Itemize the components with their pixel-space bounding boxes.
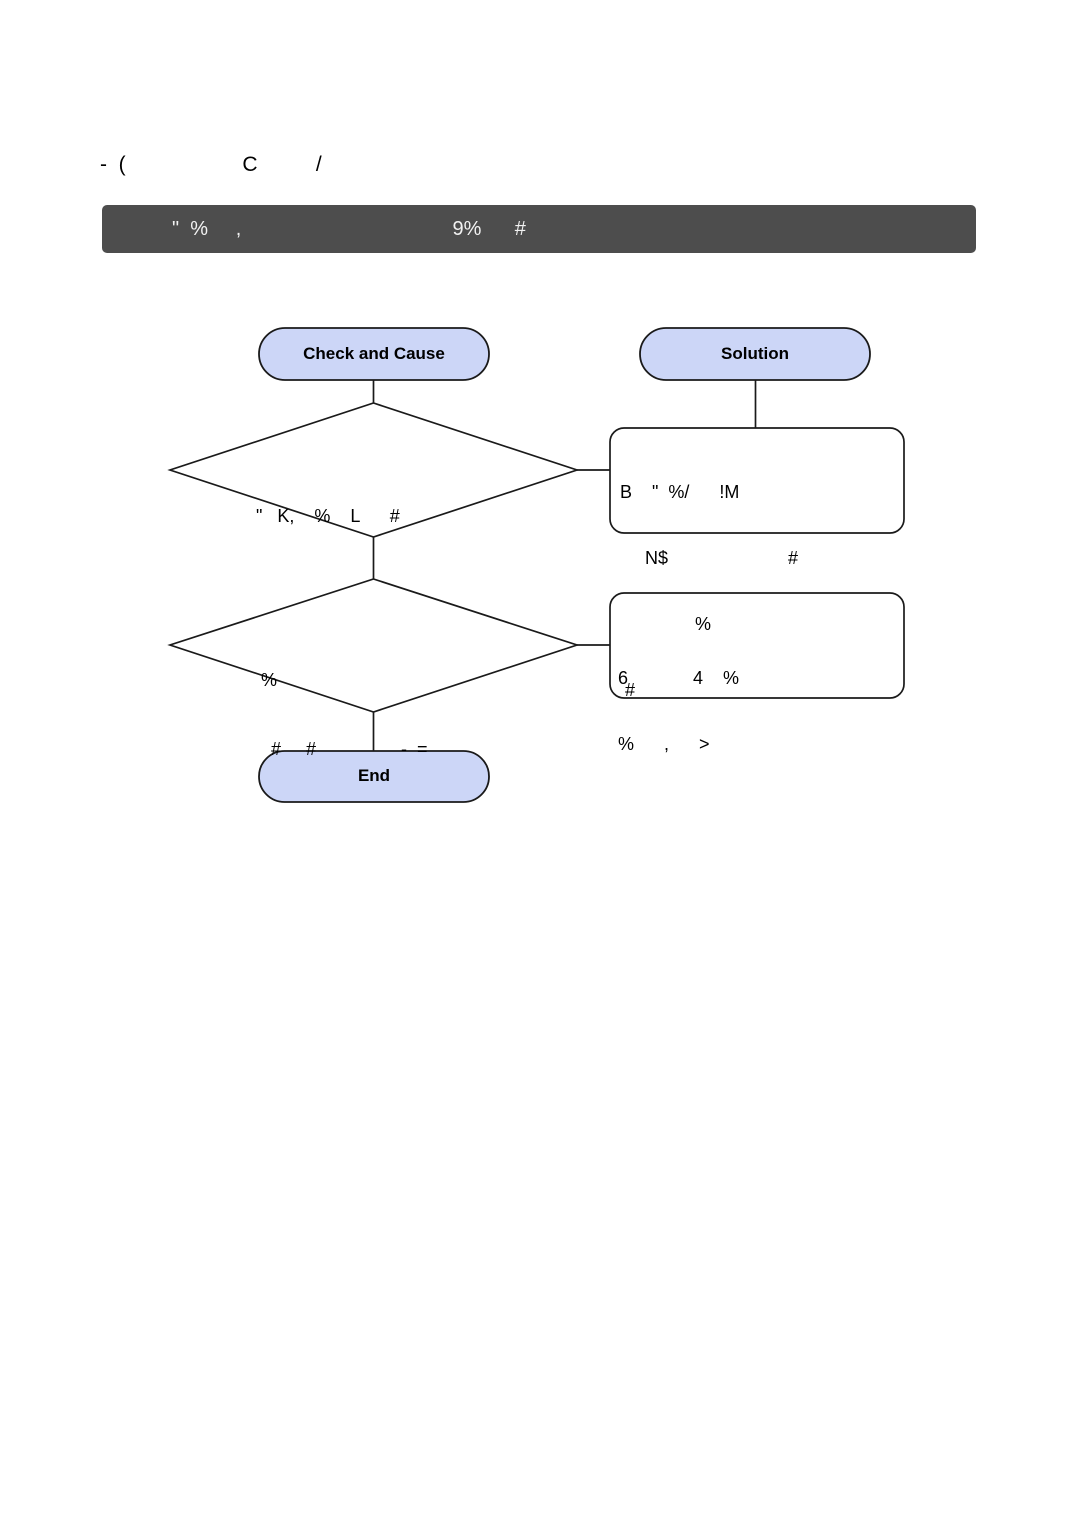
solution-2-line-1: 6 4 %: [618, 668, 740, 688]
solution-2-line-2: % , >: [618, 734, 710, 754]
node-solution-box-2-text: 6 4 % % , >: [618, 623, 898, 799]
solution-1-line-2: N$ #: [620, 548, 799, 568]
decision-2-line-2: # # - =: [246, 739, 428, 759]
node-check-and-cause-label: Check and Cause: [303, 344, 445, 363]
solution-1-line-1: B " %/ !M: [620, 482, 740, 502]
decision-2-line-1: %: [246, 670, 278, 690]
node-decision-1-text: " K, % L #: [256, 459, 556, 574]
node-decision-2-text: % # # - =: [246, 623, 566, 807]
decision-1-line-1: " K, % L #: [256, 506, 400, 526]
troubleshooting-flowchart: Check and Cause Solution End " K, % L # …: [0, 0, 1080, 1528]
node-solution-label: Solution: [721, 344, 789, 363]
